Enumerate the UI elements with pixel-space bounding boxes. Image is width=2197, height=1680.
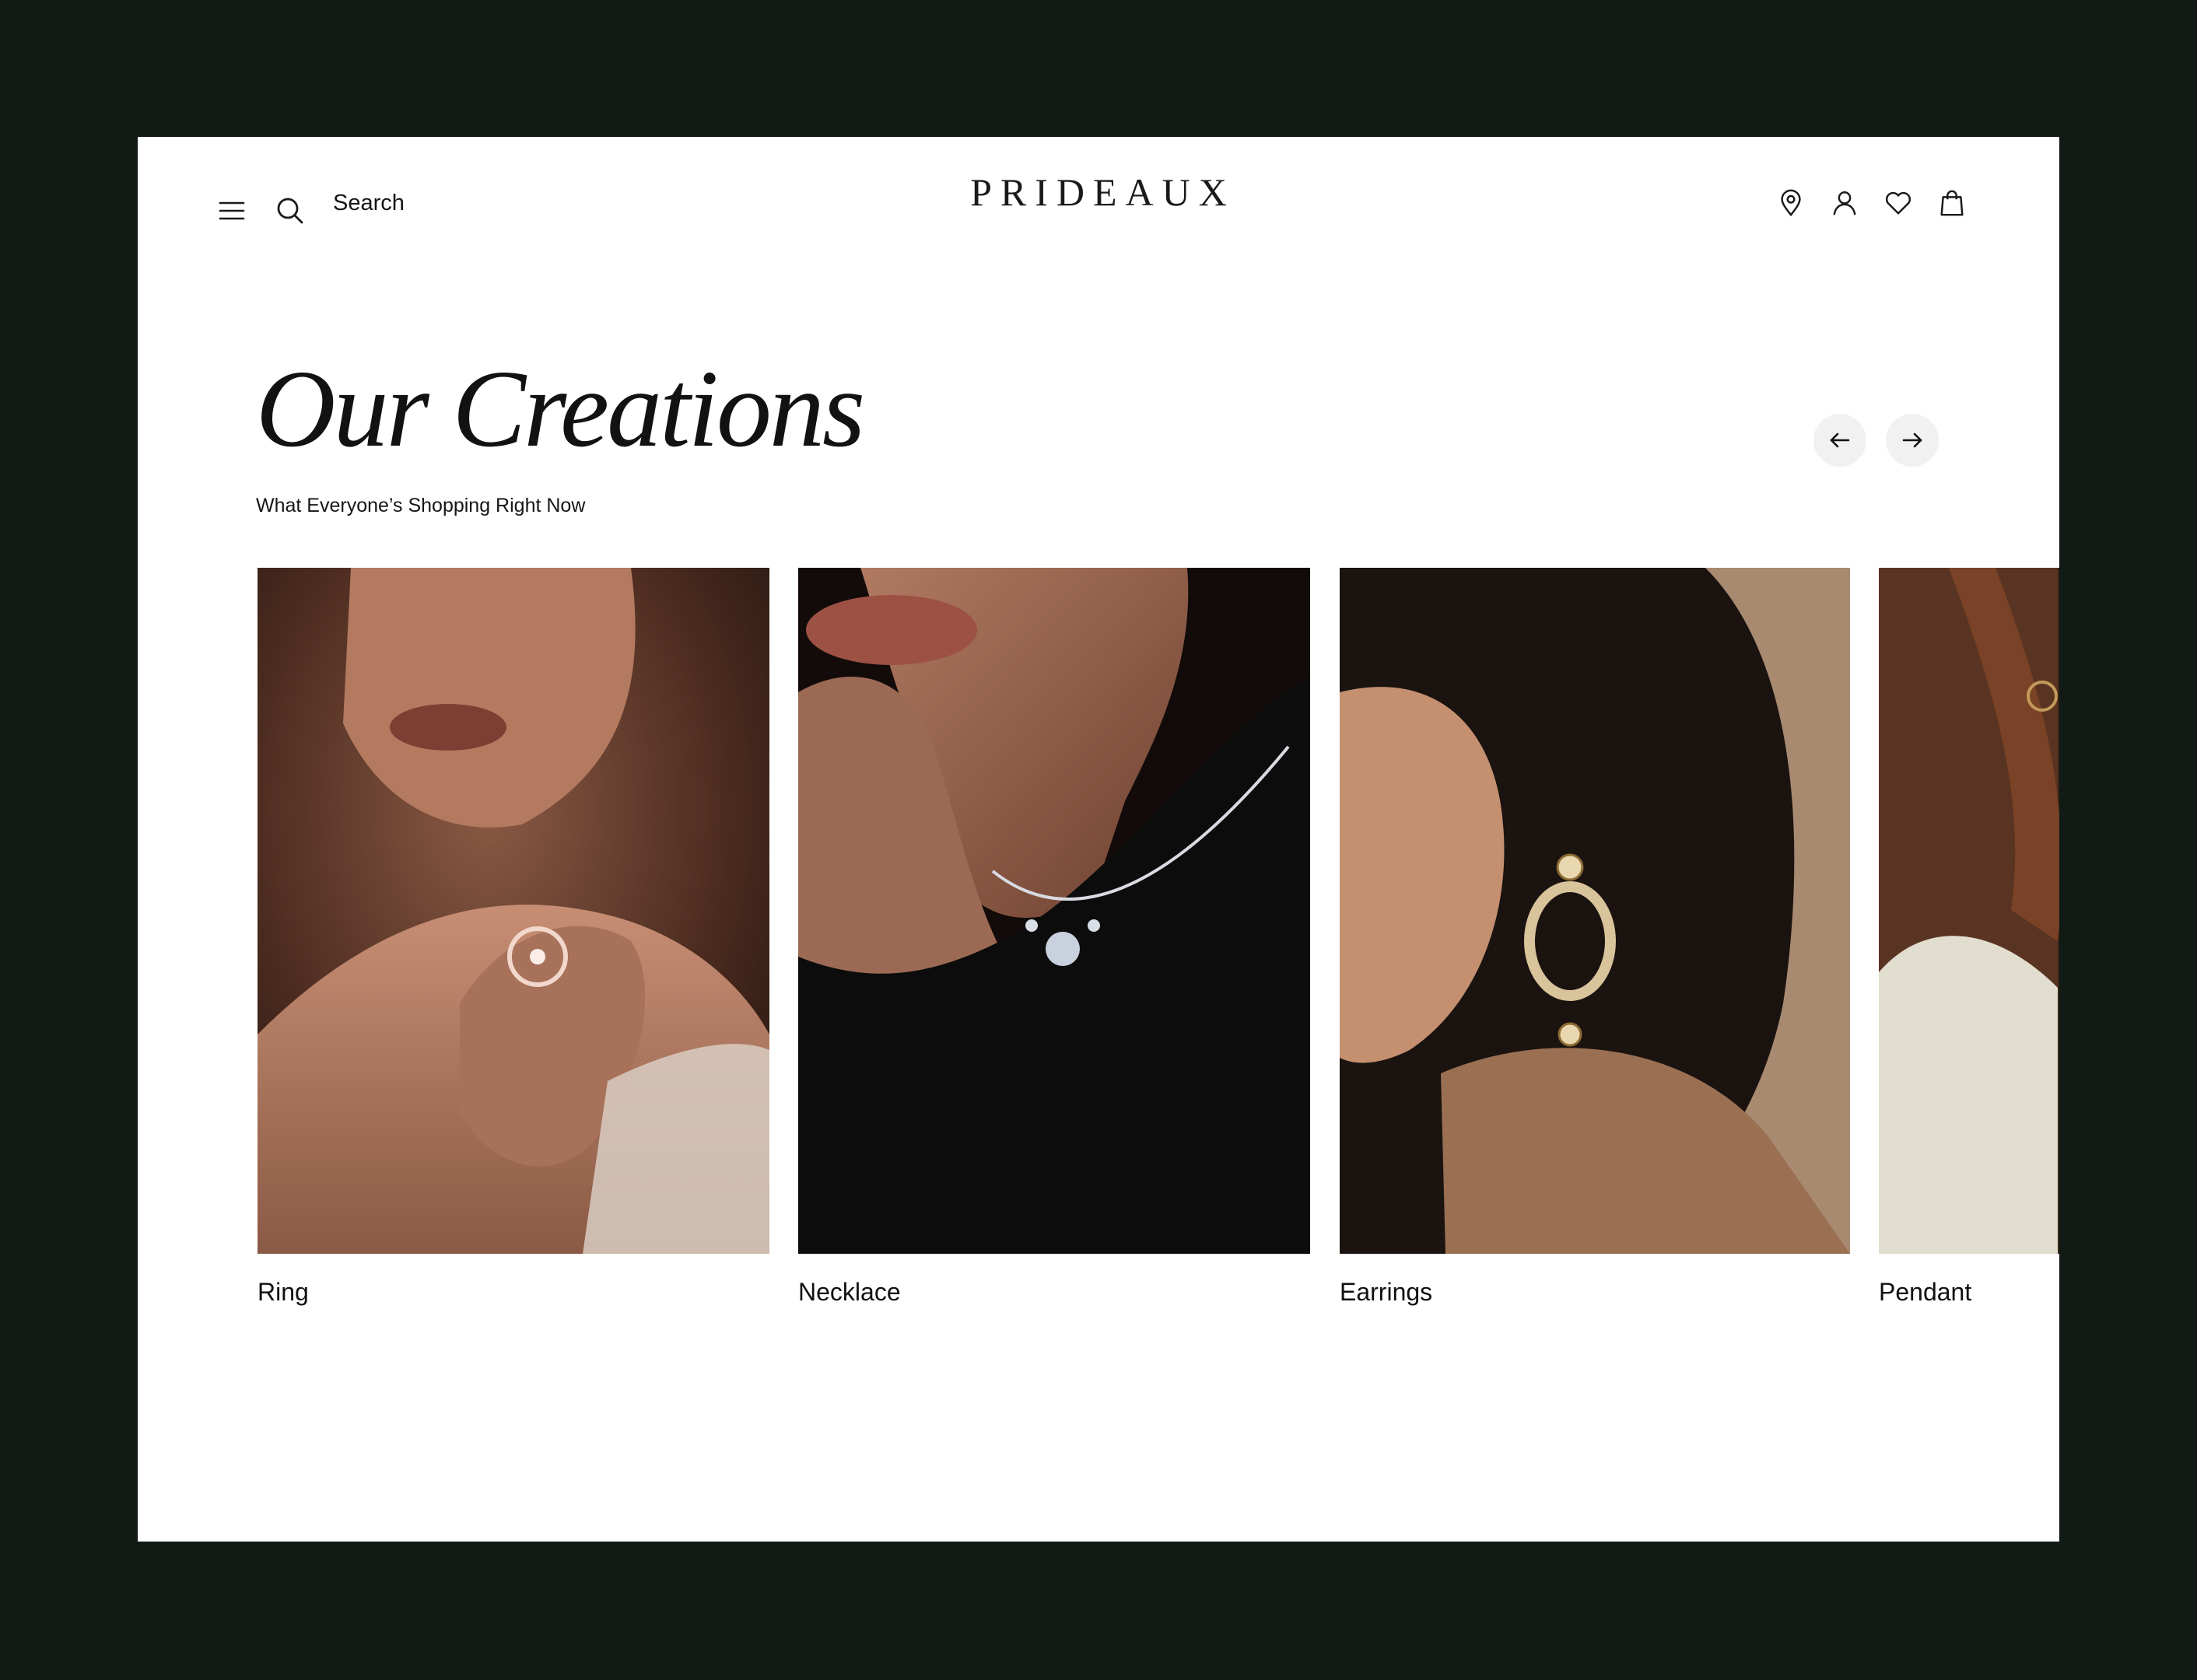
header-utility-icons [1767, 177, 1975, 229]
section-subtitle: What Everyone’s Shopping Right Now [256, 495, 586, 516]
shopping-bag-icon [1939, 190, 1964, 216]
user-icon [1832, 191, 1856, 215]
product-card-earrings[interactable]: Earrings [1340, 568, 1850, 1307]
wishlist-button[interactable] [1874, 177, 1922, 229]
ring-product-image[interactable] [258, 568, 769, 1254]
heart-icon [1885, 191, 1911, 215]
product-label[interactable]: Necklace [798, 1278, 1310, 1307]
arrow-right-icon [1902, 432, 1922, 448]
carousel-prev-button[interactable] [1813, 414, 1866, 467]
pendant-product-image[interactable] [1879, 568, 2059, 1254]
product-card-pendant[interactable]: Pendant [1879, 568, 2059, 1307]
product-label[interactable]: Pendant [1879, 1278, 2059, 1307]
product-label[interactable]: Ring [258, 1278, 769, 1307]
cart-button[interactable] [1928, 177, 1975, 229]
account-button[interactable] [1820, 177, 1868, 229]
arrow-left-icon [1830, 432, 1850, 448]
section-title: Our Creations [256, 347, 865, 470]
carousel-next-button[interactable] [1886, 414, 1939, 467]
earrings-product-image[interactable] [1340, 568, 1850, 1254]
store-locator-button[interactable] [1767, 177, 1814, 229]
product-card-necklace[interactable]: Necklace [798, 568, 1310, 1307]
necklace-product-image[interactable] [798, 568, 1310, 1254]
page-frame: Search PRIDEAUX Our Creations What Every… [138, 137, 2059, 1542]
product-card-ring[interactable]: Ring [258, 568, 769, 1307]
product-label[interactable]: Earrings [1340, 1278, 1850, 1307]
location-pin-icon [1780, 189, 1801, 217]
